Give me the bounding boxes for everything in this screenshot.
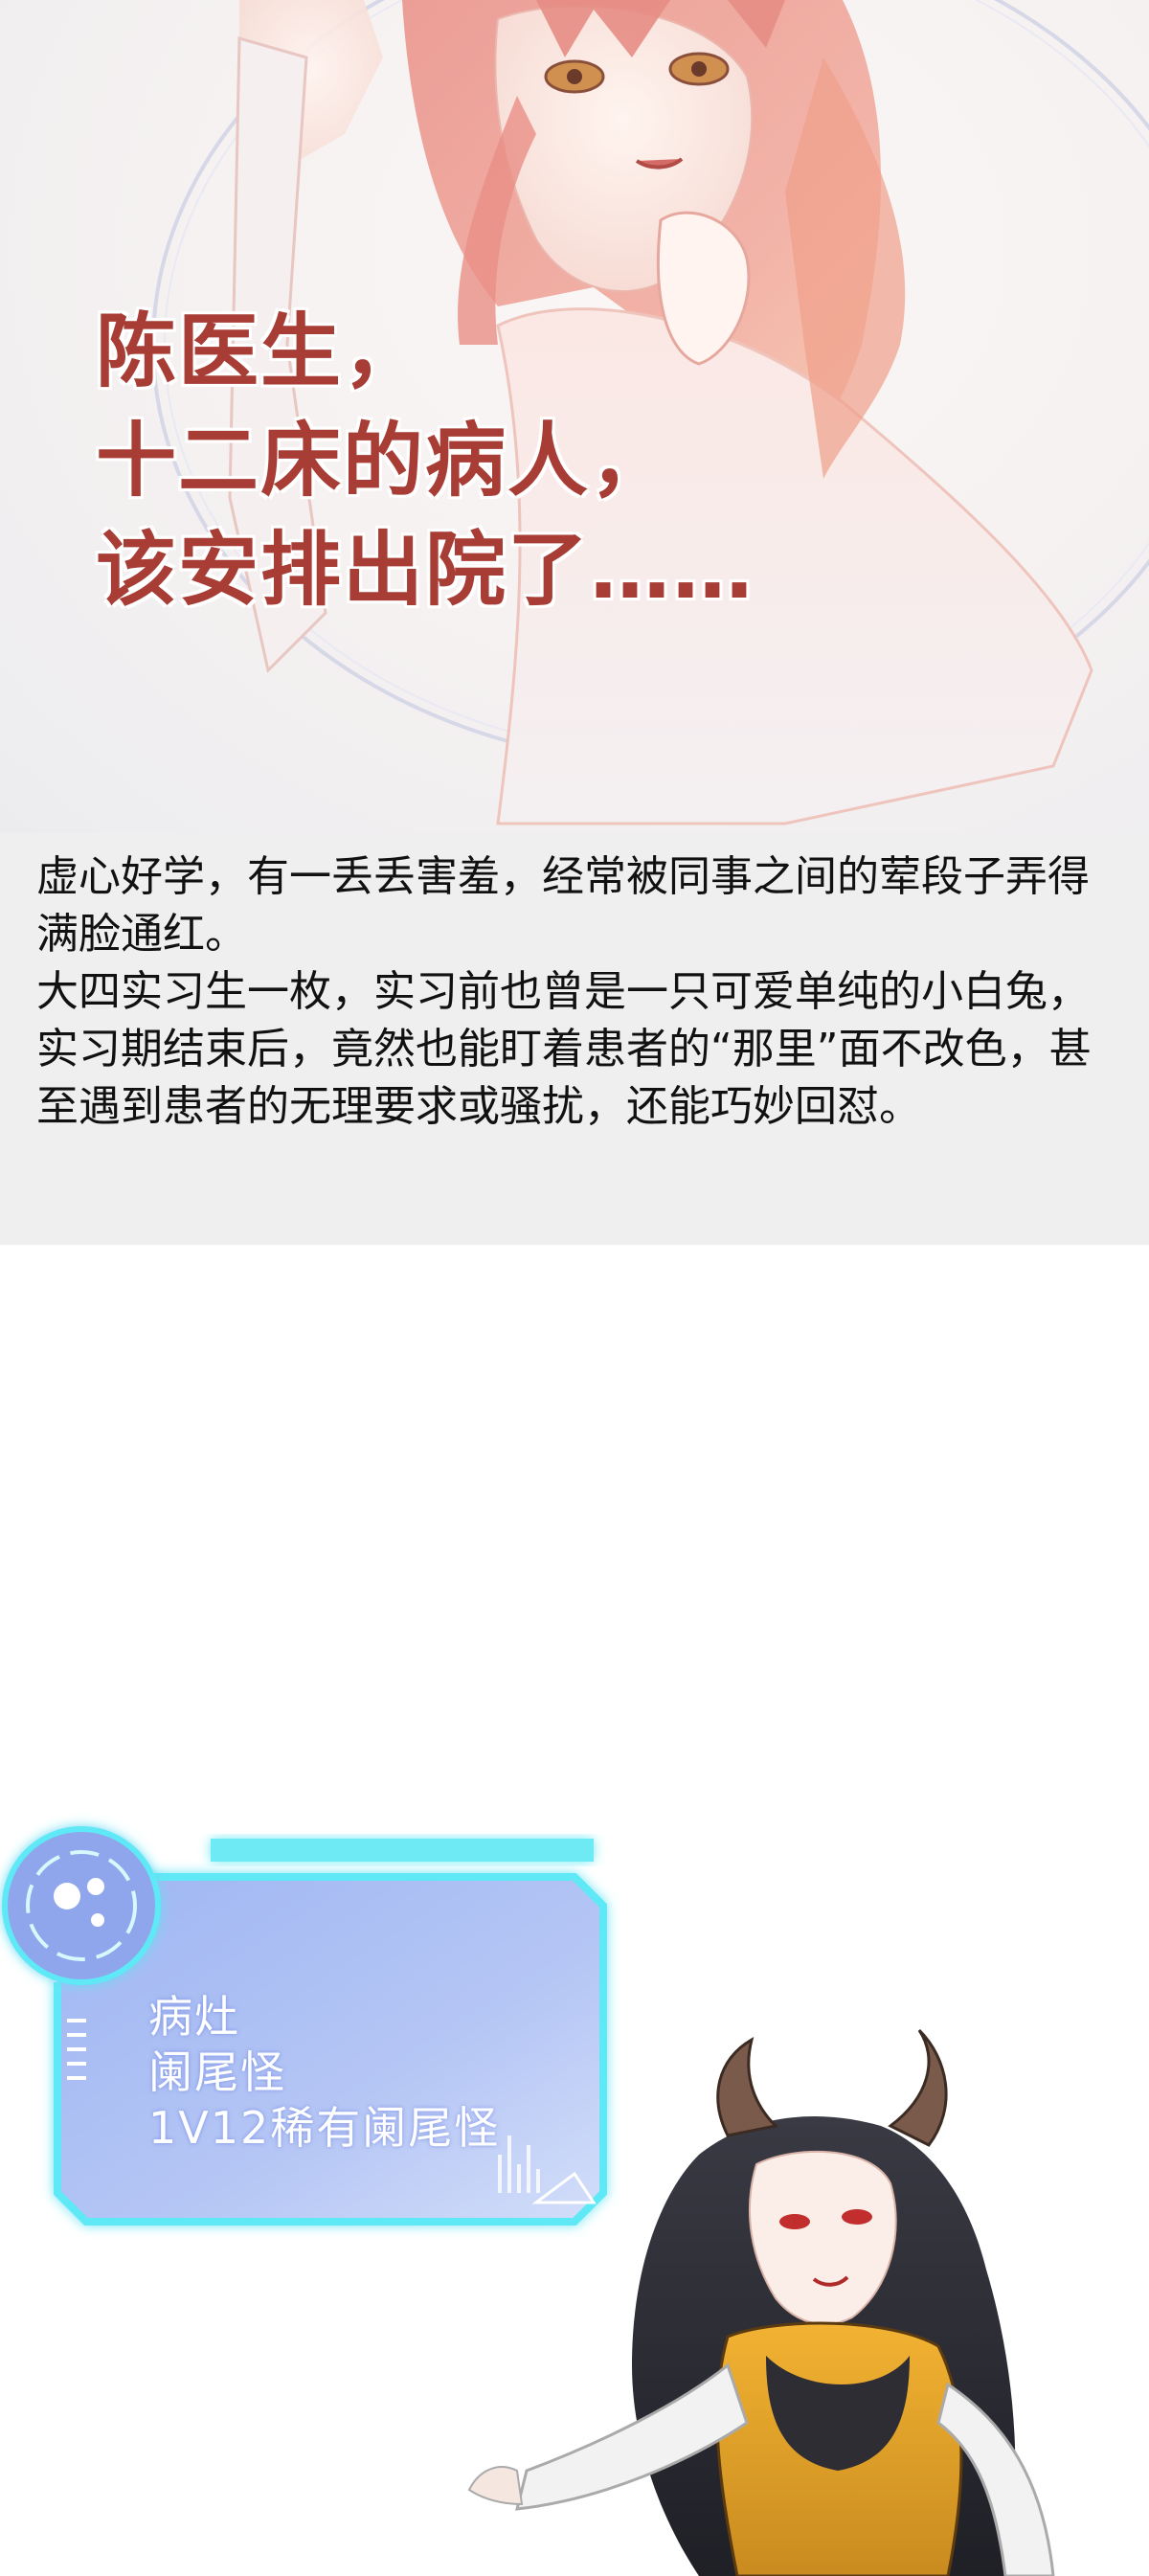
character-description: 虚心好学，有一丢丢害羞，经常被同事之间的荤段子弄得满脸通红。 大四实习生一枚，实…	[0, 833, 1149, 1245]
hero-quote-line-1: 陈医生，	[96, 305, 426, 398]
bottom-panel: 病灶 阑尾怪 1V12稀有阑尾怪	[0, 1245, 1149, 2576]
hero-quote-line-3: 该安排出院了……	[96, 523, 755, 617]
hero-quote: 陈医生， 十二床的病人， 该安排出院了……	[96, 297, 755, 624]
hero-quote-line-2: 十二床的病人，	[96, 414, 673, 508]
description-text: 虚心好学，有一丢丢害羞，经常被同事之间的荤段子弄得满脸通红。 大四实习生一枚，实…	[36, 852, 1092, 1131]
hero-panel: 陈医生， 十二床的病人， 该安排出院了……	[0, 0, 1149, 833]
appendix-monster-illustration	[467, 2028, 1055, 2576]
